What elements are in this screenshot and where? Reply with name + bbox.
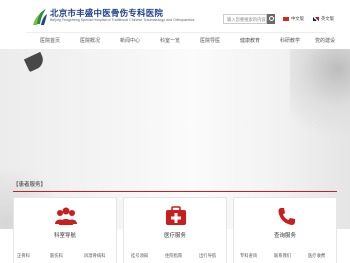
nav-item-guide[interactable]: 医院导医 <box>200 33 220 50</box>
sub-link-inpatient[interactable]: 住院指南 <box>165 253 182 259</box>
sub-link-specialty[interactable]: 专科查询 <box>240 253 257 259</box>
lang-cn-label: 中文版 <box>291 16 304 21</box>
card-title: 查询服务 <box>273 233 296 239</box>
nav-item-overview[interactable]: 医院概况 <box>80 33 100 50</box>
sub-link-tendon[interactable]: 筋伤科 <box>50 253 63 259</box>
service-card-medical[interactable]: 医疗服务 挂号须知 住院指南 出行导航 <box>123 197 227 263</box>
sub-link-registration[interactable]: 挂号须知 <box>131 253 148 259</box>
nav-item-party[interactable]: 党的建设 <box>315 33 335 50</box>
hero-decoration <box>290 49 350 149</box>
phone-icon <box>278 208 295 225</box>
lang-cn-link[interactable]: 中文版 <box>283 16 304 22</box>
sub-link-fees[interactable]: 医疗收费 <box>308 253 325 259</box>
nav-item-health-education[interactable]: 健康教育 <box>240 33 260 50</box>
medical-kit-icon <box>166 206 186 225</box>
service-card-query[interactable]: 查询服务 专科查询 联系我们 医疗收费 <box>233 197 337 263</box>
people-icon <box>55 207 77 225</box>
header: 北京市丰盛中医骨伤专科医院 Beijing Fengsheng Special … <box>0 0 350 32</box>
nav-item-home[interactable]: 医院首页 <box>40 33 60 50</box>
card-title: 医疗服务 <box>163 233 186 239</box>
section-divider <box>13 191 337 192</box>
sub-link-directions[interactable]: 出行导航 <box>199 253 216 259</box>
service-card-departments[interactable]: 科室导航 正骨科 筋伤科 风湿骨病科 <box>13 197 117 263</box>
card-title: 科室导航 <box>53 233 76 239</box>
sub-link-contact[interactable]: 联系我们 <box>274 253 291 259</box>
sub-link-bonesetting[interactable]: 正骨科 <box>17 253 30 259</box>
uk-flag-icon <box>313 16 319 21</box>
page: 北京市丰盛中医骨伤专科医院 Beijing Fengsheng Special … <box>0 0 350 263</box>
lang-en-link[interactable]: 英文版 <box>313 16 334 22</box>
nav-item-departments[interactable]: 科室一览 <box>160 33 180 50</box>
china-flag-icon <box>283 16 289 21</box>
sub-link-rheumatism[interactable]: 风湿骨病科 <box>84 253 105 259</box>
main-nav: 医院首页 医院概况 新闻中心 科室一览 医院导医 健康教育 科研教学 党的建设 <box>26 32 335 50</box>
nav-item-news[interactable]: 新闻中心 <box>120 33 140 50</box>
hospital-logo-icon[interactable] <box>32 8 48 26</box>
search-button[interactable] <box>267 14 275 24</box>
hospital-name-en: Beijing Fengsheng Special Hospital of Tr… <box>50 18 195 22</box>
nav-item-research[interactable]: 科研教学 <box>280 33 300 50</box>
lang-en-label: 英文版 <box>321 16 334 21</box>
search-input[interactable]: 输入您要搜索的内容 <box>223 14 267 24</box>
section-title-patient-services: 【患者服务】 <box>13 182 47 188</box>
